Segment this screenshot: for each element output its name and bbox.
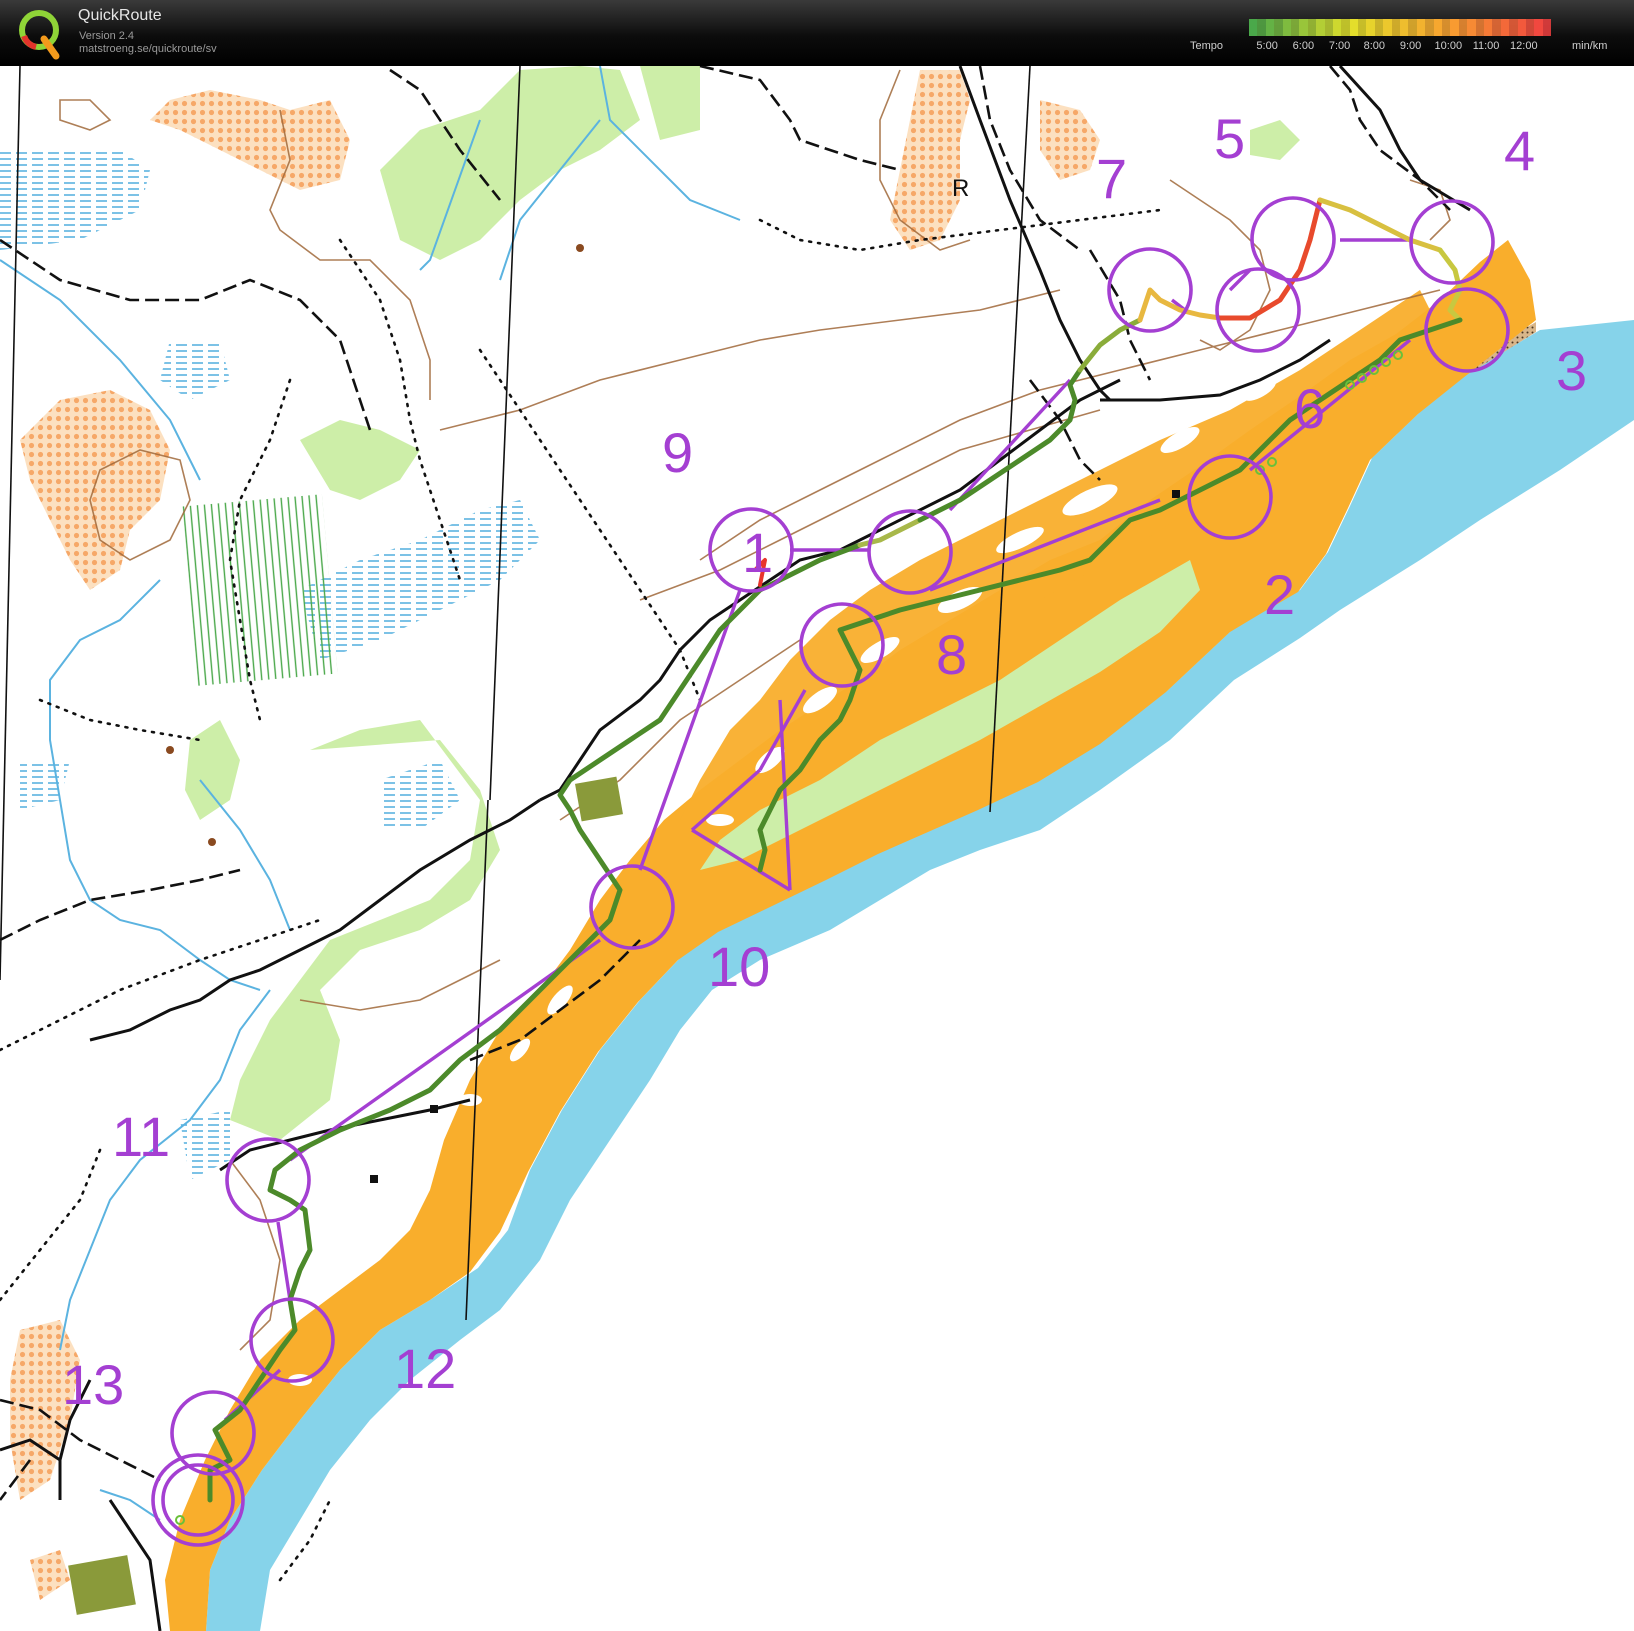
control-number-1: 1 bbox=[742, 521, 773, 584]
tempo-scale-segment bbox=[1257, 19, 1266, 36]
control-number-5: 5 bbox=[1214, 107, 1245, 170]
control-number-3: 3 bbox=[1556, 339, 1587, 402]
tempo-scale-segment bbox=[1475, 19, 1484, 36]
control-number-7: 7 bbox=[1096, 147, 1127, 210]
control-number-9: 9 bbox=[662, 421, 693, 484]
app-url: matstroeng.se/quickroute/sv bbox=[79, 43, 217, 55]
control-number-6: 6 bbox=[1294, 377, 1325, 440]
tempo-scale-segment bbox=[1450, 19, 1459, 36]
control-number-2: 2 bbox=[1264, 563, 1295, 626]
tempo-scale-segment bbox=[1349, 19, 1359, 36]
tempo-scale-segment bbox=[1265, 19, 1275, 36]
control-number-13: 13 bbox=[62, 1353, 124, 1416]
tempo-scale-segment bbox=[1366, 19, 1375, 36]
tempo-scale-segment bbox=[1324, 19, 1333, 36]
tempo-label: Tempo bbox=[1190, 40, 1224, 52]
vegetation-stripes bbox=[182, 494, 338, 686]
tempo-scale-segment bbox=[1483, 19, 1493, 36]
app-title: QuickRoute bbox=[78, 7, 162, 24]
tempo-tick: 6:00 bbox=[1292, 40, 1315, 52]
tempo-scale-segment bbox=[1509, 19, 1518, 36]
tempo-scale-segment bbox=[1534, 19, 1543, 36]
tempo-scale-segment bbox=[1408, 19, 1417, 36]
tempo-scale-segment bbox=[1307, 19, 1317, 36]
tempo-scale-segment bbox=[1274, 19, 1283, 36]
control-number-4: 4 bbox=[1504, 119, 1535, 182]
tempo-scale-segment bbox=[1316, 19, 1325, 36]
tempo-scale-segment bbox=[1416, 19, 1426, 36]
control-number-11: 11 bbox=[112, 1105, 170, 1168]
control-number-8: 8 bbox=[936, 623, 967, 686]
header-bar: QuickRoute Version 2.4 matstroeng.se/qui… bbox=[0, 0, 1634, 66]
orienteering-map[interactable]: R 1 2 3 4 5 6 7 8 9 10 11 12 13 bbox=[0, 66, 1634, 1631]
tempo-scale-segment bbox=[1282, 19, 1291, 36]
tempo-scale-segment bbox=[1383, 19, 1392, 36]
tempo-scale-segment bbox=[1332, 19, 1342, 36]
tempo-scale-segment bbox=[1249, 19, 1258, 36]
tempo-scale-segment bbox=[1299, 19, 1308, 36]
tempo-scale-segment bbox=[1458, 19, 1468, 36]
tempo-scale-segment bbox=[1492, 19, 1501, 36]
tempo-tick: 11:00 bbox=[1472, 40, 1500, 52]
tempo-tick: 10:00 bbox=[1434, 40, 1463, 52]
tempo-tick-labels: 5:00 6:00 7:00 8:00 9:00 10:00 11:00 12:… bbox=[1249, 40, 1551, 54]
tempo-unit: min/km bbox=[1572, 40, 1608, 52]
tempo-tick: 5:00 bbox=[1256, 40, 1278, 52]
tempo-scale-segment bbox=[1542, 19, 1552, 36]
tempo-tick: 9:00 bbox=[1399, 40, 1422, 52]
map-text-r: R bbox=[952, 175, 969, 202]
tempo-scale-segment bbox=[1425, 19, 1434, 36]
quickroute-window: QuickRoute Version 2.4 matstroeng.se/qui… bbox=[0, 0, 1634, 1631]
tempo-scale-segment bbox=[1391, 19, 1401, 36]
tempo-scale-segment bbox=[1467, 19, 1476, 36]
control-number-10: 10 bbox=[708, 935, 770, 998]
tempo-color-scale bbox=[1249, 19, 1552, 36]
control-number-12: 12 bbox=[394, 1337, 456, 1400]
tempo-scale-segment bbox=[1400, 19, 1409, 36]
tempo-scale-segment bbox=[1525, 19, 1535, 36]
tempo-tick: 7:00 bbox=[1328, 40, 1351, 52]
tempo-scale-segment bbox=[1441, 19, 1451, 36]
tempo-scale-segment bbox=[1341, 19, 1350, 36]
tempo-scale-segment bbox=[1290, 19, 1300, 36]
app-version: Version 2.4 bbox=[79, 30, 135, 42]
quickroute-logo-icon bbox=[19, 10, 60, 60]
tempo-tick: 12:00 bbox=[1510, 40, 1538, 52]
tempo-scale-segment bbox=[1433, 19, 1442, 36]
tempo-scale-segment bbox=[1358, 19, 1367, 36]
tempo-scale-segment bbox=[1374, 19, 1384, 36]
tempo-tick: 8:00 bbox=[1363, 40, 1386, 52]
tempo-scale-segment bbox=[1517, 19, 1526, 36]
tempo-scale-segment bbox=[1500, 19, 1510, 36]
